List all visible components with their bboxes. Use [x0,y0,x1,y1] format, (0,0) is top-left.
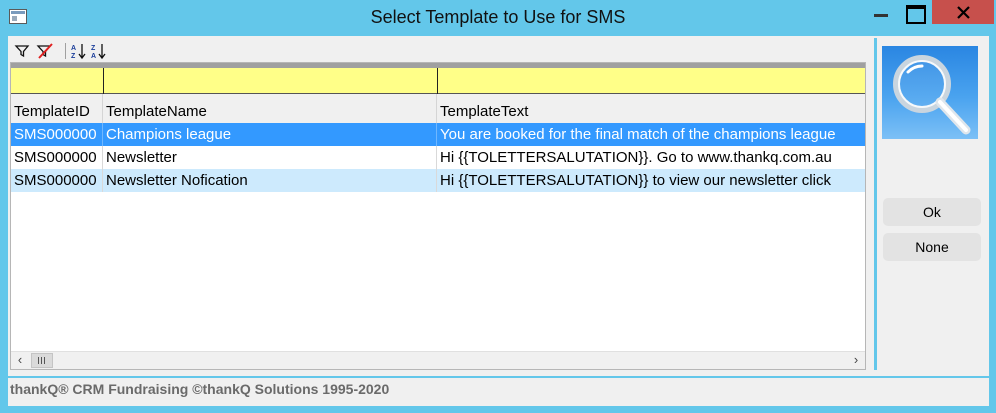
column-header-row: TemplateID TemplateName TemplateText [11,94,865,123]
clear-filter-icon[interactable] [36,42,54,60]
scroll-left-icon[interactable]: ‹ [11,352,29,369]
cell-templateid: SMS000000 [11,123,103,146]
sort-descending-icon[interactable]: Z A [90,42,108,60]
none-button[interactable]: None [883,233,981,261]
cell-templatetext: You are booked for the final match of th… [440,126,836,143]
filter-row [11,68,865,94]
scroll-right-icon[interactable]: › [847,352,865,369]
sort-ascending-icon[interactable]: A Z [70,42,88,60]
cell-templatename: Champions league [103,123,437,146]
cell-templatename: Newsletter [103,146,437,169]
horizontal-scrollbar[interactable]: ‹ › [11,351,865,369]
table-row[interactable]: SMS000000 Champions league You are booke… [11,123,865,146]
cell-templatename: Newsletter Nofication [103,169,437,192]
filter-cell-templatetext[interactable] [437,68,865,94]
close-button[interactable] [932,0,994,24]
cell-templatetext: Hi {{TOLETTERSALUTATION}}. Go to www.tha… [440,149,832,166]
svg-text:Z: Z [71,53,76,60]
copyright-footer: thankQ® CRM Fundraising ©thankQ Solution… [8,376,989,404]
maximize-button[interactable] [898,0,930,24]
minimize-button[interactable] [864,0,898,24]
filter-icon[interactable] [14,42,32,60]
svg-text:A: A [91,53,96,60]
cell-templateid: SMS000000 [11,146,103,169]
scroll-thumb[interactable] [31,353,53,368]
window-title: Select Template to Use for SMS [370,7,626,27]
action-panel: Ok None [874,38,983,370]
template-grid: TemplateID TemplateName TemplateText SMS… [10,62,866,370]
dialog-client-area: A Z Z A TemplateID TemplateName Template… [8,36,989,406]
column-header-templateid[interactable]: TemplateID [11,94,103,123]
magnifier-icon [882,46,978,139]
sms-template-dialog: Select Template to Use for SMS A Z Z A T… [0,0,996,413]
filter-cell-templateid[interactable] [11,68,103,94]
cell-templateid: SMS000000 [11,169,103,192]
table-row[interactable]: SMS000000 Newsletter Nofication Hi {{TOL… [11,169,865,192]
cell-templatetext: Hi {{TOLETTERSALUTATION}} to view our ne… [440,172,831,189]
column-header-templatename[interactable]: TemplateName [103,94,437,123]
column-header-templatetext[interactable]: TemplateText [437,94,865,123]
ok-button[interactable]: Ok [883,198,981,226]
grid-toolbar: A Z Z A [10,40,866,62]
close-icon [957,6,970,19]
toolbar-separator [65,43,66,59]
title-bar[interactable]: Select Template to Use for SMS [0,0,996,36]
svg-text:Z: Z [91,45,96,52]
filter-cell-templatename[interactable] [103,68,437,94]
table-row[interactable]: SMS000000 Newsletter Hi {{TOLETTERSALUTA… [11,146,865,169]
svg-text:A: A [71,45,76,52]
